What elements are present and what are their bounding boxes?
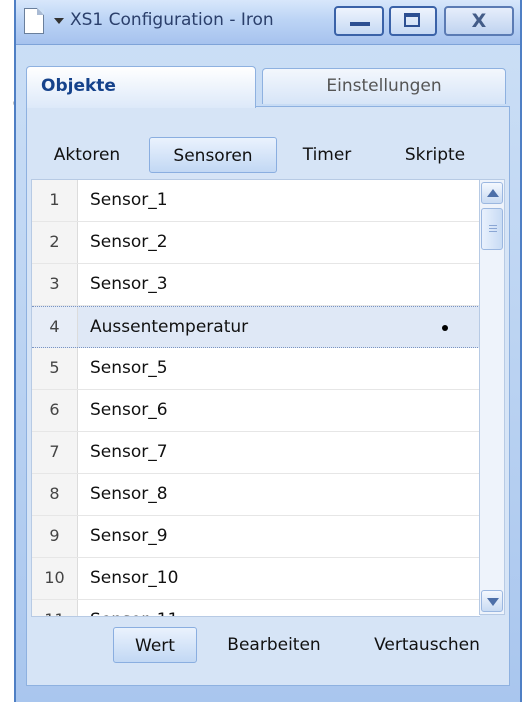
- subtab-skripte[interactable]: Skripte: [377, 137, 493, 173]
- sensor-name: Sensor_1: [90, 190, 168, 210]
- list-item[interactable]: 1 Sensor_1: [32, 180, 480, 222]
- sensor-name: Sensor_3: [90, 274, 168, 294]
- row-number: 3: [32, 264, 78, 305]
- grip-line: [489, 228, 497, 229]
- list-item[interactable]: 3 Sensor_3: [32, 264, 480, 306]
- window-menu-arrow-icon[interactable]: [54, 18, 64, 24]
- list-item[interactable]: 7 Sensor_7: [32, 432, 480, 474]
- objects-panel: Aktoren Sensoren Timer Skripte 1 Sensor_…: [26, 106, 510, 686]
- maximize-icon: [404, 13, 420, 27]
- sensor-name: Sensor_11: [90, 600, 178, 616]
- sensor-list: 1 Sensor_1 2 Sensor_2 3 Sensor_3 4 Ausse…: [31, 179, 480, 617]
- row-number: 10: [32, 558, 78, 599]
- object-type-tabs: Aktoren Sensoren Timer Skripte: [27, 137, 509, 177]
- vertauschen-button[interactable]: Vertauschen: [349, 627, 505, 663]
- sensor-name: Sensor_2: [90, 232, 168, 252]
- scroll-thumb[interactable]: [481, 208, 503, 250]
- close-button[interactable]: X: [444, 6, 514, 36]
- chevron-up-icon: [487, 189, 499, 197]
- list-item[interactable]: 8 Sensor_8: [32, 474, 480, 516]
- list-item[interactable]: 2 Sensor_2: [32, 222, 480, 264]
- minimize-button[interactable]: [334, 6, 384, 36]
- sensor-name: Sensor_6: [90, 400, 168, 420]
- sensor-name: Aussentemperatur: [90, 317, 249, 337]
- chevron-down-icon: [487, 598, 499, 606]
- scroll-down-button[interactable]: [481, 590, 503, 612]
- row-number: 6: [32, 390, 78, 431]
- row-number: 2: [32, 222, 78, 263]
- main-tabs: Objekte Einstellungen: [26, 66, 510, 108]
- grip-line: [489, 225, 497, 226]
- subtab-timer[interactable]: Timer: [285, 137, 369, 173]
- tab-einstellungen[interactable]: Einstellungen: [262, 68, 506, 104]
- sensor-name: Sensor_9: [90, 526, 168, 546]
- maximize-button[interactable]: [389, 6, 437, 36]
- row-number: 4: [32, 307, 78, 347]
- sensor-name: Sensor_10: [90, 568, 179, 588]
- scroll-up-button[interactable]: [481, 182, 503, 204]
- row-number: 11: [32, 600, 78, 616]
- bearbeiten-button[interactable]: Bearbeiten: [209, 627, 339, 663]
- subtab-sensoren[interactable]: Sensoren: [149, 137, 277, 173]
- action-bar: Wert Bearbeiten Vertauschen: [27, 619, 509, 671]
- sensor-name: Sensor_8: [90, 484, 168, 504]
- grip-line: [489, 231, 497, 232]
- subtab-aktoren[interactable]: Aktoren: [35, 137, 139, 173]
- wert-button[interactable]: Wert: [113, 627, 197, 663]
- list-scrollbar[interactable]: [479, 179, 505, 615]
- row-number: 7: [32, 432, 78, 473]
- row-number: 8: [32, 474, 78, 515]
- minimize-icon: [350, 22, 370, 26]
- list-item[interactable]: 10 Sensor_10: [32, 558, 480, 600]
- sensor-name: Sensor_7: [90, 442, 168, 462]
- sensor-name: Sensor_5: [90, 358, 168, 378]
- close-icon: X: [471, 10, 487, 32]
- row-number: 5: [32, 348, 78, 389]
- document-icon[interactable]: [24, 8, 44, 34]
- window-title: XS1 Configuration - Iron: [70, 10, 274, 30]
- list-item[interactable]: 6 Sensor_6: [32, 390, 480, 432]
- row-number: 1: [32, 180, 78, 221]
- configuration-window: XS1 Configuration - Iron X Objekte Einst…: [14, 0, 522, 702]
- list-item[interactable]: 11 Sensor_11: [32, 600, 480, 616]
- list-item[interactable]: 5 Sensor_5: [32, 348, 480, 390]
- list-item-selected[interactable]: 4 Aussentemperatur: [32, 306, 480, 348]
- list-item[interactable]: 9 Sensor_9: [32, 516, 480, 558]
- status-dot-icon: [442, 325, 448, 331]
- row-number: 9: [32, 516, 78, 557]
- title-bar[interactable]: XS1 Configuration - Iron X: [16, 0, 520, 45]
- tab-objekte[interactable]: Objekte: [26, 66, 256, 108]
